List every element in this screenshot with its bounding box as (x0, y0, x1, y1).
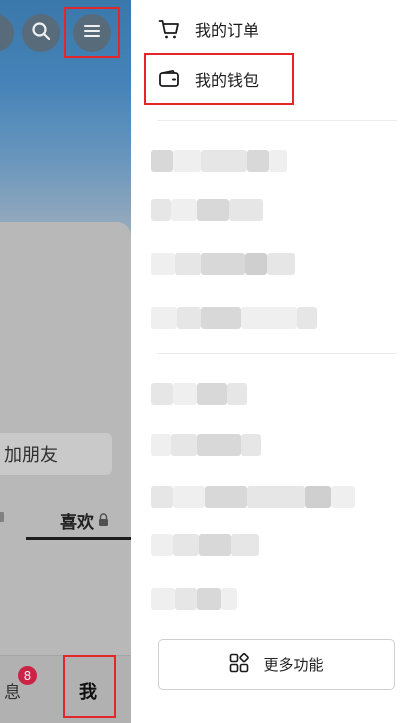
drawer-item-orders-label: 我的订单 (195, 21, 260, 40)
side-drawer: 我的订单 我的钱包 更多功能 (131, 0, 407, 723)
drawer-item-wallet-label: 我的钱包 (195, 71, 260, 90)
wallet-icon (157, 67, 181, 91)
drawer-divider-2 (157, 353, 397, 354)
drawer-item-wallet[interactable]: 我的钱包 (157, 62, 259, 96)
redacted-item-6[interactable] (151, 430, 261, 460)
more-features-label: 更多功能 (263, 656, 324, 674)
cart-icon (157, 17, 181, 41)
redacted-item-9[interactable] (151, 584, 237, 614)
redacted-item-2[interactable] (151, 195, 263, 225)
redacted-item-1[interactable] (151, 146, 287, 176)
drawer-item-orders[interactable]: 我的订单 (157, 12, 259, 46)
redacted-item-4[interactable] (151, 303, 317, 333)
redacted-item-5[interactable] (151, 379, 247, 409)
redacted-item-8[interactable] (151, 530, 259, 560)
redacted-item-7[interactable] (151, 482, 355, 512)
profile-page-background: 加朋友 喜欢 息 8 我 (0, 0, 131, 723)
dim-overlay[interactable] (0, 0, 131, 723)
screen-root: 加朋友 喜欢 息 8 我 我的订单 我的钱包 更多功能 (0, 0, 407, 723)
more-features-button[interactable]: 更多功能 (158, 639, 395, 690)
redacted-item-3[interactable] (151, 249, 295, 279)
drawer-divider-1 (157, 120, 397, 121)
grid-apps-icon (229, 652, 250, 677)
